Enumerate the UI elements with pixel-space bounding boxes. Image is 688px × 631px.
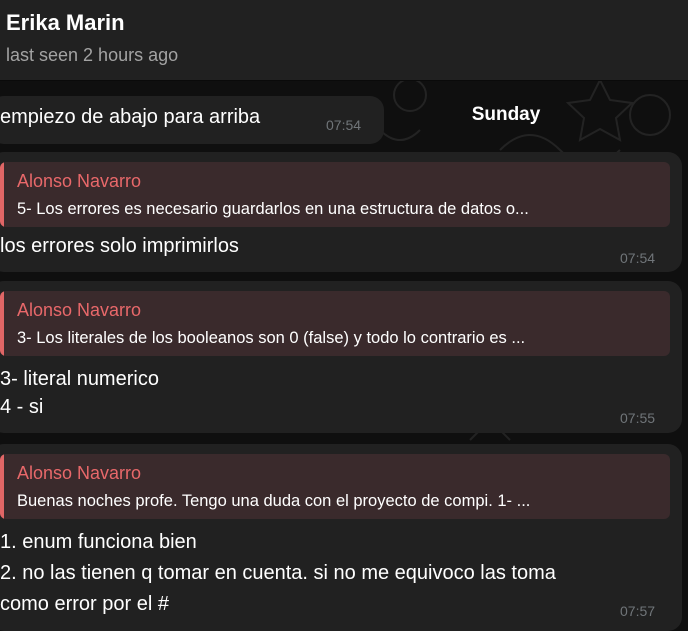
message-time: 07:54: [620, 250, 656, 266]
reply-accent-bar: [0, 291, 4, 356]
reply-preview[interactable]: Alonso Navarro 5- Los errores es necesar…: [0, 162, 670, 227]
date-separator-label: Sunday: [471, 104, 541, 125]
contact-name: Erika Marin: [6, 10, 125, 35]
contact-last-seen: last seen 2 hours ago: [6, 45, 179, 65]
message-text: empiezo de abajo para arriba: [0, 106, 261, 128]
reply-preview[interactable]: Alonso Navarro Buenas noches profe. Teng…: [0, 454, 670, 519]
reply-author: Alonso Navarro: [17, 171, 142, 191]
message-time: 07:57: [620, 603, 656, 619]
reply-accent-bar: [0, 162, 4, 227]
reply-text: Buenas noches profe. Tengo una duda con …: [17, 492, 531, 510]
chat-header[interactable]: Erika Marin last seen 2 hours ago: [0, 0, 688, 81]
reply-accent-bar: [0, 454, 4, 519]
date-separator: Sunday: [450, 96, 562, 132]
message-bubble[interactable]: Alonso Navarro 5- Los errores es necesar…: [0, 152, 682, 272]
message-time: 07:55: [620, 410, 656, 426]
message-text: 1. enum funciona bien: [0, 531, 197, 553]
message-time: 07:54: [326, 117, 362, 133]
message-text: 3- literal numerico: [0, 368, 159, 390]
chat-window: Erika Marin last seen 2 hours ago Sunday…: [0, 0, 688, 631]
message-bubble[interactable]: Alonso Navarro Buenas noches profe. Teng…: [0, 444, 682, 631]
reply-text: 5- Los errores es necesario guardarlos e…: [17, 200, 529, 218]
message-text: como error por el #: [0, 593, 169, 615]
message-text: 2. no las tienen q tomar en cuenta. si n…: [0, 562, 556, 584]
message-text: 4 - si: [0, 396, 44, 418]
message-text: los errores solo imprimirlos: [0, 235, 239, 257]
reply-author: Alonso Navarro: [17, 463, 142, 483]
message-bubble[interactable]: Alonso Navarro 3- Los literales de los b…: [0, 281, 682, 433]
reply-preview[interactable]: Alonso Navarro 3- Los literales de los b…: [0, 291, 670, 356]
reply-text: 3- Los literales de los booleanos son 0 …: [17, 329, 526, 347]
message-bubble[interactable]: empiezo de abajo para arriba 07:54: [0, 96, 384, 144]
reply-author: Alonso Navarro: [17, 300, 142, 320]
